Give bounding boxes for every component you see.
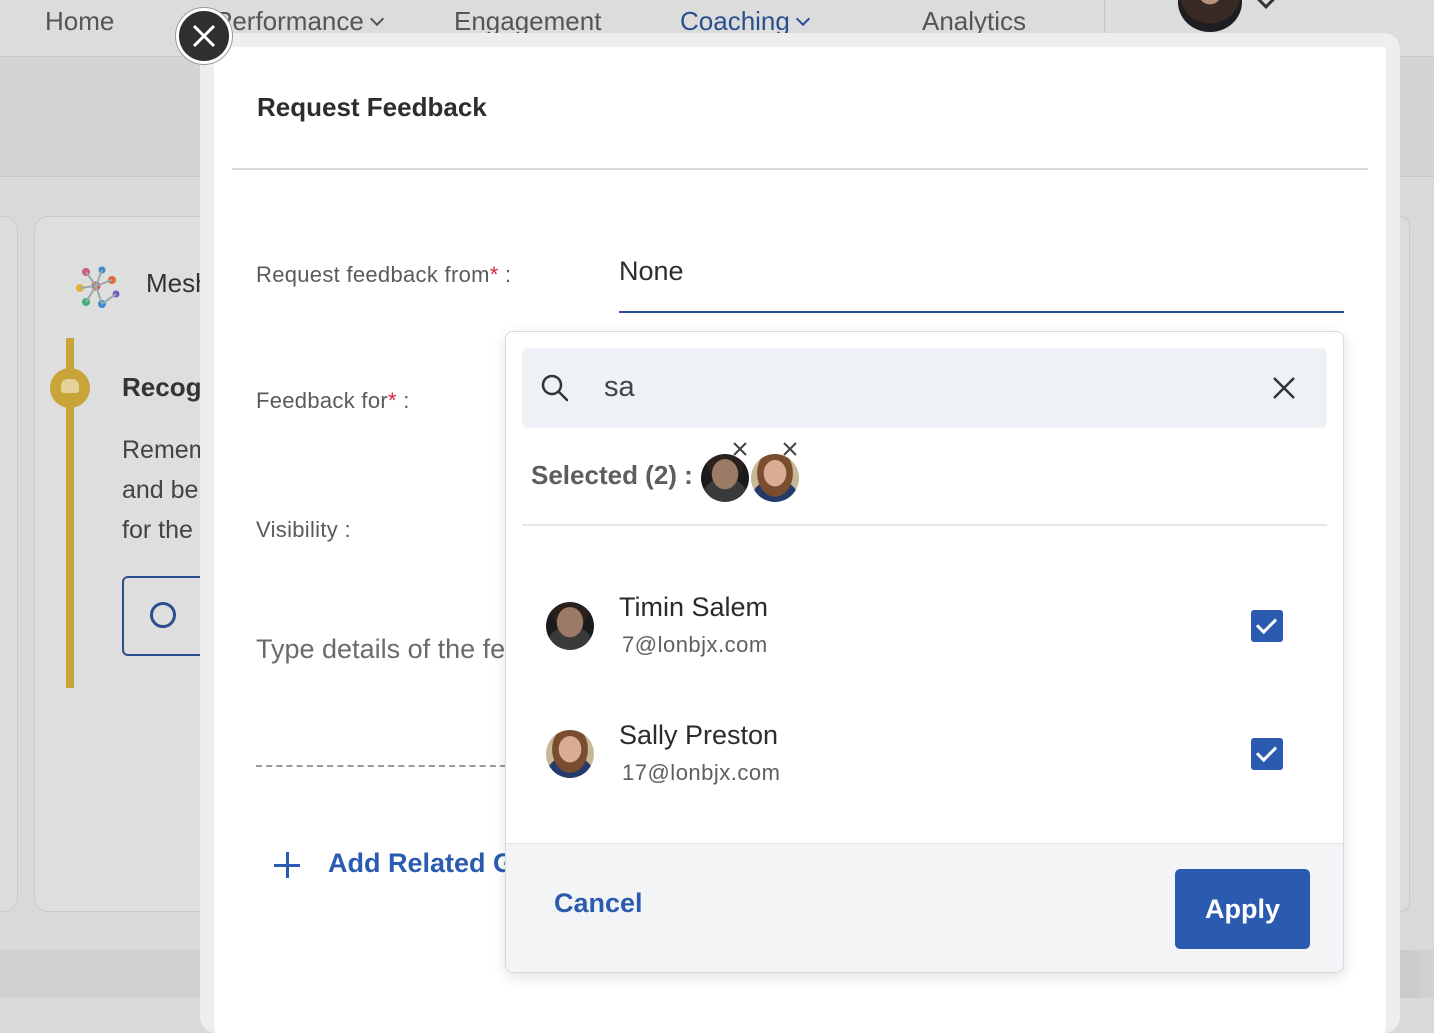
background-card-left <box>0 216 18 912</box>
request-from-underline <box>619 311 1344 313</box>
close-icon <box>192 24 216 48</box>
add-related-goal-button[interactable]: Add Related Goal <box>272 846 506 886</box>
mesh-logo-icon <box>76 266 120 308</box>
cancel-button[interactable]: Cancel <box>554 888 643 919</box>
person-checkbox[interactable] <box>1251 610 1283 642</box>
selected-chip <box>751 442 799 502</box>
list-item[interactable]: Sally Preston 17@lonbjx.com <box>506 708 1343 808</box>
user-avatar[interactable] <box>1178 0 1242 32</box>
feedback-for-label: Feedback for* : <box>256 388 410 414</box>
dropdown-footer: Cancel Apply <box>506 843 1343 972</box>
avatar <box>546 730 594 778</box>
clear-icon[interactable] <box>1270 374 1298 402</box>
request-from-value[interactable]: None <box>619 256 684 287</box>
chevron-down-icon <box>369 11 384 27</box>
feedback-for-label-text: Feedback for <box>256 388 389 413</box>
chevron-down-icon <box>795 11 810 27</box>
nav-home[interactable]: Home <box>45 6 114 37</box>
person-name: Timin Salem <box>619 592 769 622</box>
remove-icon[interactable] <box>781 440 799 458</box>
label-colon: : <box>498 262 512 287</box>
required-mark: * <box>388 388 397 413</box>
nav-coaching-label: Coaching <box>680 6 790 36</box>
person-checkbox[interactable] <box>1251 738 1283 770</box>
target-icon <box>150 602 176 628</box>
avatar <box>701 454 749 502</box>
dropdown-divider <box>522 524 1327 526</box>
people-picker-dropdown: Selected (2) : Timin Salem 7@lonbjx.com … <box>505 331 1344 973</box>
search-box <box>522 348 1327 428</box>
request-from-label-text: Request feedback from <box>256 262 490 287</box>
label-colon: : <box>396 388 410 413</box>
remove-icon[interactable] <box>731 440 749 458</box>
request-from-label: Request feedback from* : <box>256 262 511 288</box>
avatar <box>546 602 594 650</box>
modal-close-button[interactable] <box>176 8 232 64</box>
selected-count-label: Selected (2) : <box>531 460 693 490</box>
chevron-down-icon[interactable] <box>1256 0 1276 9</box>
plus-icon <box>272 850 302 880</box>
avatar <box>751 454 799 502</box>
person-email: 7@lonbjx.com <box>622 632 768 657</box>
details-dashed-underline <box>256 765 506 767</box>
modal-divider <box>232 168 1368 170</box>
apply-button[interactable]: Apply <box>1175 869 1310 949</box>
add-related-goal-label: Add Related Goal <box>328 848 506 878</box>
selected-chip <box>701 442 749 502</box>
modal-title: Request Feedback <box>257 92 487 122</box>
person-name: Sally Preston <box>619 720 779 750</box>
search-input[interactable] <box>602 362 1242 412</box>
list-item[interactable]: Timin Salem 7@lonbjx.com <box>506 580 1343 680</box>
people-icon <box>50 368 90 408</box>
person-email: 17@lonbjx.com <box>622 760 781 785</box>
visibility-label: Visibility : <box>256 517 351 542</box>
required-mark: * <box>489 262 499 287</box>
feedback-details-input[interactable]: Type details of the feedback <box>256 634 506 665</box>
search-icon <box>541 374 569 402</box>
nav-performance-label: Performance <box>215 6 364 36</box>
selected-people-row: Selected (2) : <box>531 442 1311 512</box>
